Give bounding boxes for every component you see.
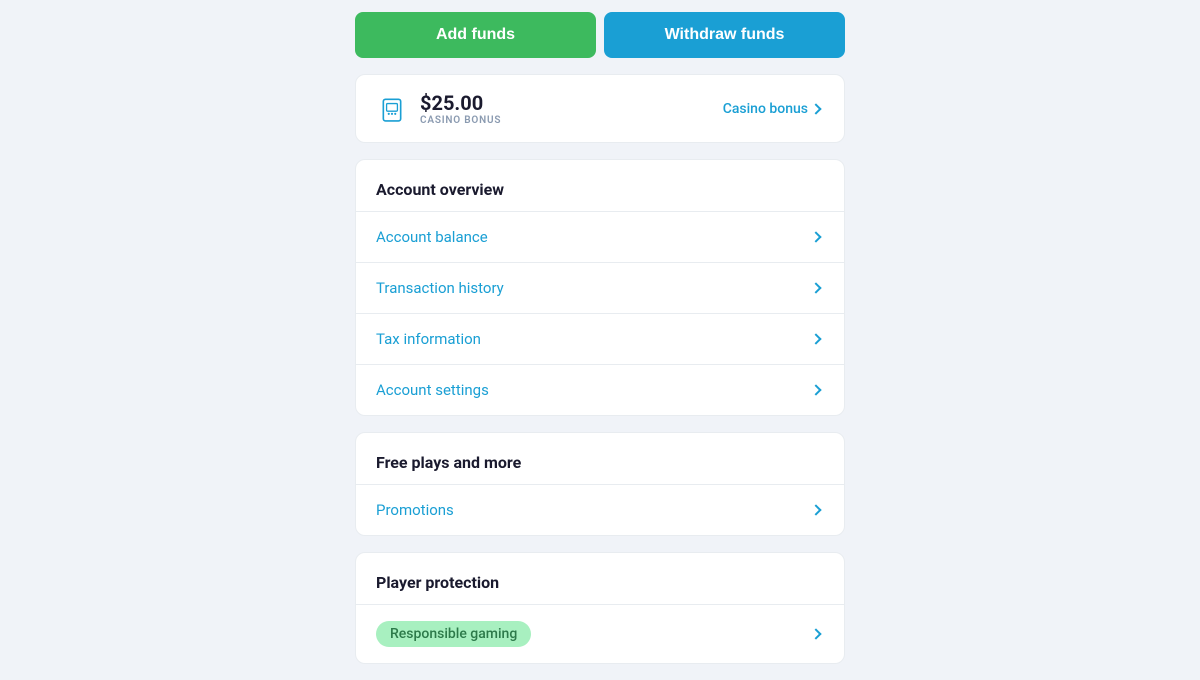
promotions-item[interactable]: Promotions xyxy=(356,484,844,535)
page-container: Add funds Withdraw funds $25.00 CASIN xyxy=(0,0,1200,675)
tax-information-item[interactable]: Tax information xyxy=(356,313,844,364)
chevron-right-icon xyxy=(810,333,821,344)
player-protection-section: Player protection Responsible gaming xyxy=(355,552,845,664)
responsible-gaming-label: Responsible gaming xyxy=(376,621,531,647)
main-content: Add funds Withdraw funds $25.00 CASIN xyxy=(355,0,845,680)
chevron-right-icon xyxy=(810,504,821,515)
bonus-card: $25.00 CASINO BONUS Casino bonus xyxy=(355,74,845,143)
bonus-info: $25.00 CASINO BONUS xyxy=(420,91,501,126)
account-balance-label: Account balance xyxy=(376,228,488,246)
chevron-right-icon xyxy=(810,384,821,395)
transaction-history-item[interactable]: Transaction history xyxy=(356,262,844,313)
chevron-right-icon xyxy=(810,103,821,114)
action-buttons: Add funds Withdraw funds xyxy=(355,0,845,74)
chevron-right-icon xyxy=(810,282,821,293)
chevron-right-icon xyxy=(810,231,821,242)
responsible-gaming-item[interactable]: Responsible gaming xyxy=(356,604,844,663)
bonus-label: CASINO BONUS xyxy=(420,115,501,126)
casino-bonus-link[interactable]: Casino bonus xyxy=(723,101,824,117)
chevron-right-icon xyxy=(810,628,821,639)
casino-bonus-icon xyxy=(376,93,408,125)
add-funds-button[interactable]: Add funds xyxy=(355,12,596,58)
tax-information-label: Tax information xyxy=(376,330,481,348)
transaction-history-label: Transaction history xyxy=(376,279,504,297)
account-settings-item[interactable]: Account settings xyxy=(356,364,844,415)
withdraw-funds-button[interactable]: Withdraw funds xyxy=(604,12,845,58)
bonus-amount: $25.00 xyxy=(420,91,501,115)
bonus-left: $25.00 CASINO BONUS xyxy=(376,91,501,126)
player-protection-title: Player protection xyxy=(356,553,844,604)
account-settings-label: Account settings xyxy=(376,381,489,399)
account-overview-section: Account overview Account balance Transac… xyxy=(355,159,845,416)
account-overview-title: Account overview xyxy=(356,160,844,211)
free-plays-section: Free plays and more Promotions xyxy=(355,432,845,536)
account-balance-item[interactable]: Account balance xyxy=(356,211,844,262)
promotions-label: Promotions xyxy=(376,501,454,519)
free-plays-title: Free plays and more xyxy=(356,433,844,484)
